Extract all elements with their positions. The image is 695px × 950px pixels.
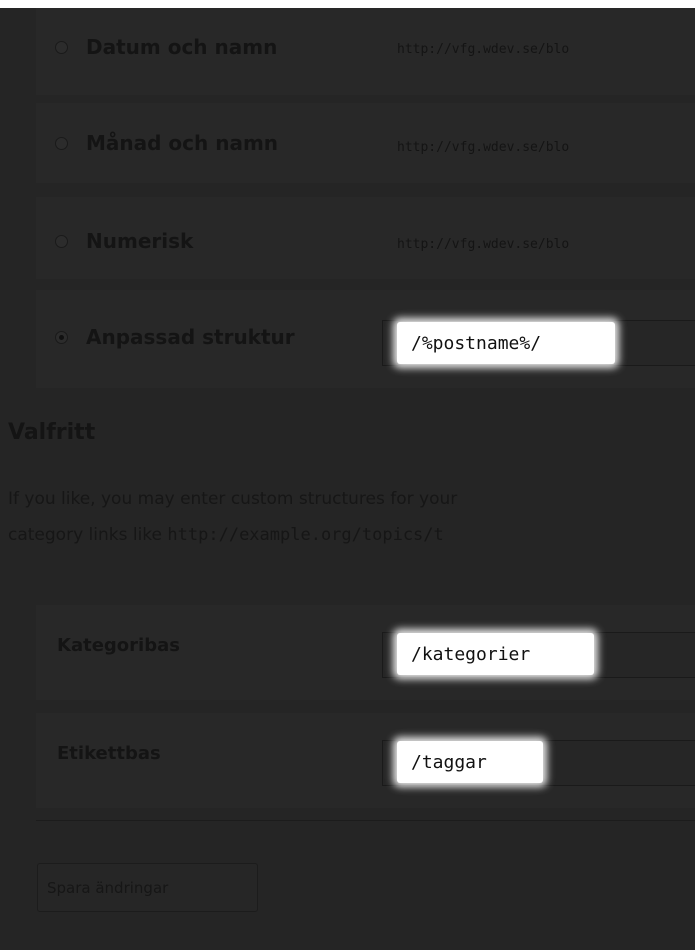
radio-numerisk[interactable] [55,235,68,248]
custom-structure-input[interactable]: /%postname%/ [397,322,615,364]
label-manad-och-namn: Månad och namn [86,131,279,155]
section-heading-valfritt: Valfritt [8,420,96,445]
label-kategoribas: Kategoribas [57,635,180,656]
url-manad-och-namn: http://vfg.wdev.se/blo [397,140,570,155]
optional-description-code: http://example.org/topics/t [167,525,444,545]
optional-description-line1: If you like, you may enter custom struct… [8,489,458,509]
top-strip [0,0,695,8]
radio-manad-och-namn[interactable] [55,137,68,150]
url-datum-och-namn: http://vfg.wdev.se/blo [397,42,570,57]
optional-description-text: category links like [8,525,168,545]
label-numerisk: Numerisk [86,229,194,253]
save-changes-button[interactable]: Spara ändringar [37,863,258,912]
category-base-input[interactable]: /kategorier [397,633,594,675]
optional-description-line2: category links like http://example.org/t… [8,525,444,545]
label-anpassad-struktur: Anpassad struktur [86,325,295,349]
divider [36,820,695,821]
tag-base-input[interactable]: /taggar [397,741,543,783]
label-datum-och-namn: Datum och namn [86,35,278,59]
radio-anpassad-struktur[interactable] [55,331,68,344]
radio-datum-och-namn[interactable] [55,41,68,54]
url-numerisk: http://vfg.wdev.se/blo [397,237,570,252]
label-etikettbas: Etikettbas [57,743,161,764]
